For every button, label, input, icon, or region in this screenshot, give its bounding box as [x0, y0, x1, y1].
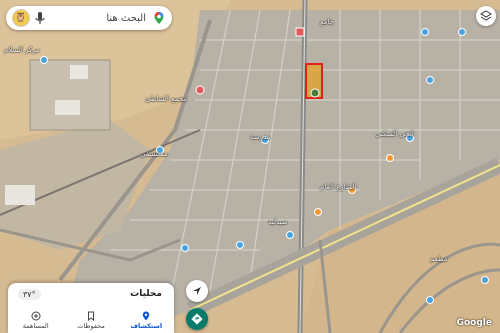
- map-label: مدرسة: [250, 133, 271, 141]
- map-label: مركز السلام: [4, 46, 40, 54]
- tab-label: المساهمة: [22, 321, 49, 330]
- google-logo: Google: [456, 318, 492, 328]
- navigation-arrow-icon: [193, 287, 201, 295]
- map-label: الشارع العام: [320, 183, 357, 191]
- layers-icon: [480, 10, 492, 21]
- tab-contribute[interactable]: المساهمة: [8, 307, 63, 333]
- directions-button[interactable]: [186, 308, 208, 330]
- avatar[interactable]: 🦉: [12, 9, 30, 27]
- directions-icon: [191, 313, 203, 325]
- tab-explore[interactable]: استكشاف: [119, 307, 174, 333]
- tab-saved[interactable]: محفوظات: [63, 307, 118, 333]
- sheet-title: محليات: [130, 289, 162, 299]
- search-input[interactable]: البحث هنا: [50, 13, 152, 24]
- map-label: جامع: [320, 18, 334, 26]
- bottom-tabs: استكشاف محفوظات المساهمة: [8, 307, 174, 333]
- pin-icon: [143, 311, 150, 320]
- my-location-button[interactable]: [186, 280, 208, 302]
- map-label: مستشفى: [140, 150, 168, 158]
- tab-label: محفوظات: [77, 321, 105, 330]
- search-bar[interactable]: البحث هنا 🦉: [6, 6, 172, 30]
- tab-label: استكشاف: [130, 321, 163, 330]
- map-label: الحي السكني: [375, 130, 414, 138]
- weather-chip[interactable]: ٣٧°: [18, 289, 41, 300]
- map-label: مجمع الشاطئ: [145, 95, 188, 103]
- layers-button[interactable]: [476, 6, 496, 26]
- maps-pin-icon: [154, 12, 164, 24]
- bookmark-icon: [88, 311, 95, 321]
- map-label: مطعم: [430, 255, 448, 263]
- explore-sheet[interactable]: محليات ٣٧° استكشاف محفوظات المساهمة: [8, 283, 174, 333]
- mic-icon[interactable]: [34, 11, 46, 25]
- location-pin[interactable]: [310, 88, 320, 98]
- map-label: صيدلية: [268, 218, 288, 226]
- add-circle-icon: [31, 311, 41, 320]
- hospital-icon[interactable]: [295, 27, 305, 37]
